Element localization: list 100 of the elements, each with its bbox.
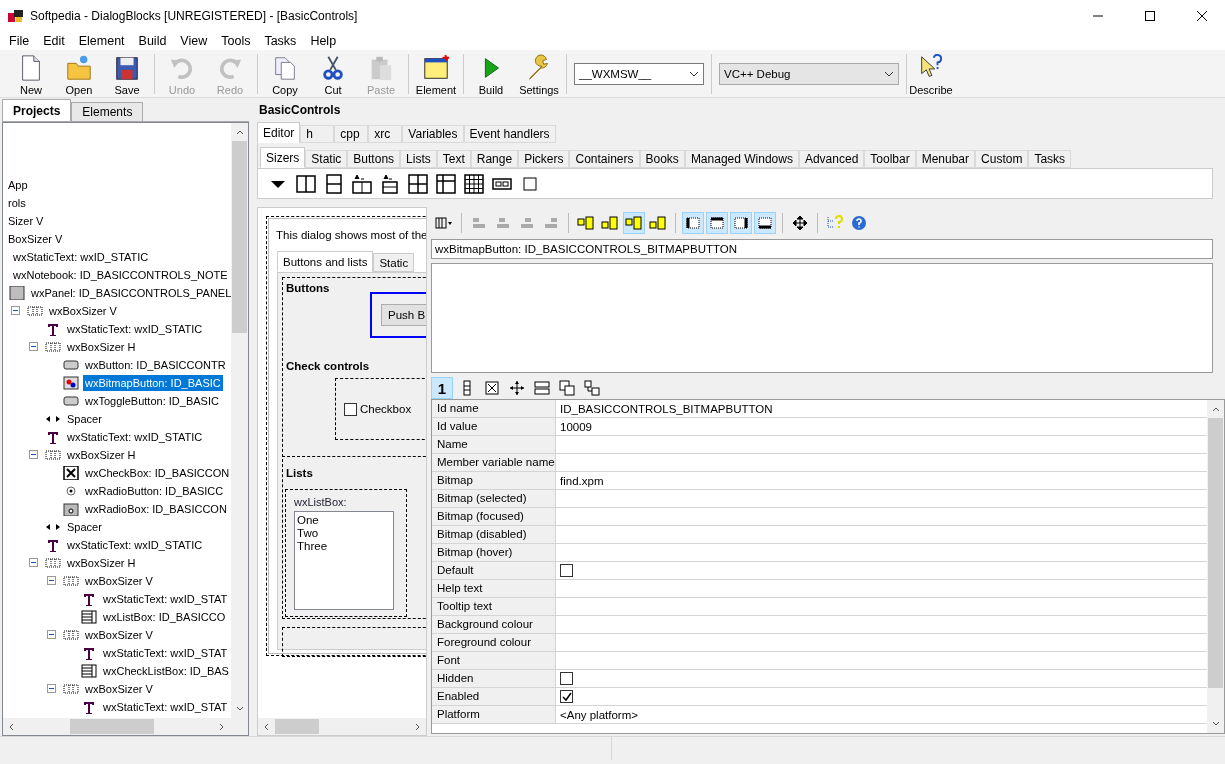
menu-item[interactable]: Edit (36, 34, 72, 48)
menu-item[interactable]: Help (303, 34, 344, 48)
tree-item[interactable]: Spacer (65, 411, 104, 427)
editor-tab[interactable]: xrc (368, 125, 403, 143)
tree-item[interactable]: wxStaticText: wxID_STATIC (65, 429, 205, 445)
tree-item[interactable]: rols (6, 195, 28, 211)
grid-icon[interactable] (408, 173, 428, 194)
tree-item[interactable]: wxToggleButton: ID_BASIC (83, 393, 221, 409)
collapse-icon[interactable] (47, 630, 56, 639)
configuration-dropdown[interactable]: VC++ Debug (719, 62, 899, 85)
collapse-icon[interactable] (47, 576, 56, 585)
palette-tab[interactable]: Text (436, 150, 471, 168)
tree-item[interactable]: wxButton: ID_BASICCONTR (83, 357, 228, 373)
layout-toggle[interactable] (730, 212, 752, 234)
palette-tab[interactable]: Buttons (347, 150, 401, 168)
menu-item[interactable]: Build (131, 34, 174, 48)
tree-item[interactable]: wxBoxSizer V (83, 573, 155, 589)
editor-tab[interactable]: cpp (334, 125, 369, 143)
palette-tab[interactable]: Range (470, 150, 519, 168)
toolbar-button[interactable]: Cut (309, 51, 357, 96)
tree-item[interactable]: wxStaticText: wxID_STAT (101, 591, 230, 607)
property-tab[interactable]: 1 (431, 377, 453, 399)
collapse-icon[interactable] (29, 450, 38, 459)
tree-item[interactable]: Sizer V (6, 213, 46, 229)
layout-toggle[interactable] (754, 212, 776, 234)
palette-tab[interactable]: Managed Windows (684, 150, 799, 168)
checkbox[interactable] (344, 402, 357, 416)
checkbox[interactable] (560, 690, 573, 703)
palette-tab[interactable]: Pickers (518, 150, 570, 168)
palette-tab[interactable]: Menubar (915, 150, 976, 168)
tree-item[interactable]: wxStaticText: wxID_STATIC (11, 249, 151, 265)
tree-item[interactable]: wxRadioButton: ID_BASICC (83, 483, 226, 499)
tree-item[interactable]: wxCheckListBox: ID_BAS (101, 663, 231, 679)
property-value[interactable]: find.xpm (560, 474, 604, 487)
collapse-icon[interactable] (29, 342, 38, 351)
tree-item[interactable]: wxBoxSizer H (65, 447, 138, 463)
tree-item[interactable]: wxPanel: ID_BASICCONTROLS_PANEL (29, 285, 231, 301)
property-value[interactable]: <Any platform> (560, 708, 638, 721)
layout-toggle[interactable] (682, 212, 704, 234)
property-tab[interactable] (556, 377, 578, 399)
grid-icon[interactable] (464, 173, 484, 194)
horizontal-scrollbar[interactable] (258, 718, 426, 735)
palette-tab[interactable]: Containers (569, 150, 640, 168)
grid-icon[interactable] (436, 173, 456, 194)
toolbar-button[interactable]: Copy (261, 51, 309, 96)
toolbar-button[interactable]: Describe (907, 51, 955, 96)
tree-item[interactable]: wxCheckBox: ID_BASICCON (83, 465, 231, 481)
property-tab[interactable] (581, 377, 603, 399)
editor-tab[interactable]: Variables (402, 125, 464, 143)
palette-tab[interactable]: Toolbar (864, 150, 916, 168)
list-box[interactable]: One Two Three (294, 511, 394, 610)
sizer-icon[interactable] (296, 173, 316, 194)
collapse-icon[interactable] (47, 684, 56, 693)
toolbar-button[interactable]: Save (103, 51, 151, 96)
editor-tab[interactable]: h (300, 125, 335, 143)
toolbar-button[interactable]: Settings (515, 51, 563, 96)
palette-tab[interactable]: Sizers (260, 147, 306, 168)
tree-item[interactable]: wxBitmapButton: ID_BASIC (83, 375, 223, 391)
property-value[interactable]: ID_BASICCONTROLS_BITMAPBUTTON (560, 402, 773, 415)
palette-tab[interactable]: Advanced (798, 150, 865, 168)
panel-tab[interactable]: Projects (2, 99, 72, 121)
tree-item[interactable]: wxStaticText: wxID_STATIC (65, 537, 205, 553)
toolbar-button[interactable]: Open (55, 51, 103, 96)
tree-item[interactable]: BoxSizer V (6, 231, 65, 247)
vertical-scrollbar[interactable] (231, 123, 248, 718)
tree-item[interactable]: wxBoxSizer V (47, 303, 119, 319)
notebook-tab[interactable]: Static (373, 253, 415, 272)
sizer-icon[interactable] (324, 173, 344, 194)
collapse-icon[interactable] (29, 558, 38, 567)
tree-item[interactable]: wxNotebook: ID_BASICCONTROLS_NOTE (11, 267, 230, 283)
element-field[interactable]: wxBitmapButton: ID_BASICCONTROLS_BITMAPBUTTON (431, 239, 1213, 259)
sizer-icon[interactable] (352, 173, 372, 194)
menu-item[interactable]: File (2, 34, 37, 48)
tree-item[interactable]: wxBoxSizer H (65, 555, 138, 571)
tree-item[interactable]: wxBoxSizer V (83, 681, 155, 697)
horizontal-scrollbar[interactable] (3, 718, 248, 735)
editor-tab[interactable]: Editor (257, 122, 301, 143)
menu-item[interactable]: Tasks (257, 34, 304, 48)
tree-item[interactable]: wxStaticText: wxID_STATIC (65, 321, 205, 337)
palette-tab[interactable]: Tasks (1028, 150, 1072, 168)
palette-tab[interactable]: Custom (975, 150, 1029, 168)
checkbox[interactable] (560, 564, 573, 577)
palette-tab[interactable]: Lists (400, 150, 437, 168)
tree-item[interactable]: App (6, 177, 30, 193)
sizer-icon[interactable] (380, 173, 400, 194)
layout-toggle[interactable] (623, 212, 645, 234)
toolbar-button[interactable]: Element (412, 51, 460, 96)
palette-tab[interactable]: Books (639, 150, 685, 168)
notebook-tab[interactable]: Buttons and lists (277, 251, 374, 272)
panel-tab[interactable]: Elements (71, 102, 144, 121)
checkbox[interactable] (560, 672, 573, 685)
push-button[interactable]: Push B (381, 304, 426, 326)
vertical-scrollbar[interactable] (1207, 400, 1224, 733)
tree-item[interactable]: wxBoxSizer H (65, 339, 138, 355)
tree-item[interactable]: wxStaticText: wxID_STAT (101, 645, 230, 661)
tree-item[interactable]: wxListBox: ID_BASICCO (101, 609, 228, 625)
tree-item[interactable]: wxRadioBox: ID_BASICCON (83, 501, 229, 517)
menu-item[interactable]: Element (71, 34, 132, 48)
toolbar-button[interactable]: Build (467, 51, 515, 96)
tree-item[interactable]: wxBoxSizer V (83, 627, 155, 643)
